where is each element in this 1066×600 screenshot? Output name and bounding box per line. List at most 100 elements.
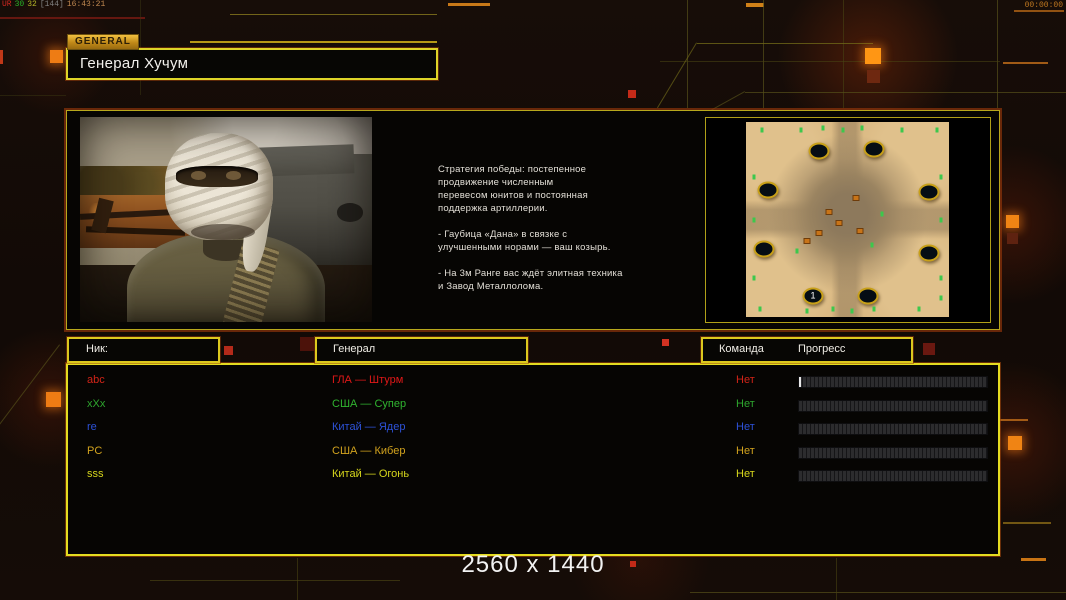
circuit-line-diagonal xyxy=(711,91,745,111)
dim-square xyxy=(1007,233,1018,244)
map-tree-marker xyxy=(760,127,764,133)
debug-part: UR xyxy=(2,0,12,9)
glow-square xyxy=(1006,215,1019,228)
map-supply-marker xyxy=(815,230,823,237)
map-tree-marker xyxy=(752,275,756,281)
map-supply-marker xyxy=(803,237,811,244)
player-nick: xXx xyxy=(87,397,106,410)
player-nick: PC xyxy=(87,444,103,457)
circuit-line xyxy=(1003,522,1051,524)
map-tree-marker xyxy=(939,275,943,281)
player-team: Нет xyxy=(736,397,755,410)
circuit-line xyxy=(0,50,3,64)
map-supply-marker xyxy=(835,220,843,227)
circuit-line xyxy=(230,14,437,15)
player-nick: re xyxy=(87,421,97,434)
dim-square xyxy=(300,337,314,351)
map-tree-marker xyxy=(939,295,943,300)
player-general: США — Супер xyxy=(332,397,407,410)
circuit-line xyxy=(1014,10,1064,12)
progress-bar xyxy=(798,399,988,412)
player-row: xXx США — Супер Нет xyxy=(68,393,998,417)
progress-bar xyxy=(798,423,988,436)
map-tree-marker xyxy=(935,127,939,133)
general-header-box: Генерал xyxy=(315,337,528,363)
loading-screen: UR 30 32 [144] 16:43:21 00:00:00 GENERAL Ген… xyxy=(0,0,1066,600)
map-preview-box: 1 xyxy=(705,117,991,323)
circuit-line xyxy=(448,3,490,6)
map-start-spot xyxy=(918,183,940,201)
player-team: Нет xyxy=(736,468,755,481)
map-start-spot xyxy=(863,140,885,158)
general-info-panel: Стратегия победы: постепенное продвижени… xyxy=(66,110,1000,330)
map-tree-marker xyxy=(900,127,904,133)
player-nick: abc xyxy=(87,374,105,386)
player-team: Нет xyxy=(736,444,755,457)
nick-header-box: Ник: xyxy=(67,337,220,363)
map-tree-marker xyxy=(752,174,756,180)
player-general: ГЛА — Штурм xyxy=(332,374,404,386)
game-clock: 00:00:00 xyxy=(1024,1,1063,10)
circuit-line-diagonal xyxy=(0,344,60,429)
map-tree-marker xyxy=(939,217,943,222)
circuit-line xyxy=(1003,62,1048,64)
glow-square xyxy=(1008,436,1022,450)
map-tree-marker xyxy=(860,125,864,131)
map-tree-marker xyxy=(870,242,874,248)
map-preview: 1 xyxy=(746,122,949,317)
general-title: Генерал Хучум xyxy=(80,55,189,72)
player-row: sss Китай — Огонь Нет xyxy=(68,463,998,487)
map-start-spot xyxy=(808,142,830,160)
general-portrait xyxy=(80,117,372,322)
map-tree-marker xyxy=(799,127,803,133)
circuit-line xyxy=(697,43,873,44)
map-supply-marker xyxy=(852,195,860,202)
progress-bar xyxy=(798,376,988,388)
debug-overlay: UR 30 32 [144] 16:43:21 xyxy=(2,1,108,9)
map-start-spot xyxy=(757,181,779,199)
player-nick: sss xyxy=(87,468,104,481)
debug-part: 30 xyxy=(14,0,25,9)
team-header-label: Команда xyxy=(719,343,764,355)
map-tree-marker xyxy=(841,127,845,133)
glow-square xyxy=(865,48,881,64)
dim-square xyxy=(628,90,636,98)
map-start-spot xyxy=(857,287,879,305)
nick-header-label: Ник: xyxy=(86,343,108,355)
general-title-box: Генерал Хучум xyxy=(66,48,438,80)
map-tree-marker xyxy=(795,248,799,254)
map-tree-marker xyxy=(850,308,854,314)
resolution-label: 2560 x 1440 xyxy=(461,551,605,578)
map-tree-marker xyxy=(917,306,921,312)
debug-part: [144] xyxy=(39,0,64,9)
players-panel: abc ГЛА — Штурм Нет xXx США — Супер Нет re Кита… xyxy=(66,363,1000,556)
player-row: abc ГЛА — Штурм Нет xyxy=(68,369,998,393)
strategy-text: Стратегия победы: постепенное продвижени… xyxy=(438,164,623,292)
player-general: Китай — Огонь xyxy=(332,468,410,481)
glow-square xyxy=(46,392,61,407)
circuit-line xyxy=(690,592,1066,593)
dim-square xyxy=(923,343,935,355)
map-start-label: 1 xyxy=(810,290,816,301)
general-header-label: Генерал xyxy=(333,343,376,355)
map-supply-marker xyxy=(856,228,864,235)
map-tree-marker xyxy=(939,174,943,180)
map-start-spot xyxy=(753,240,775,258)
dim-square xyxy=(867,70,880,83)
general-tab-badge: GENERAL xyxy=(67,34,139,50)
player-general: США — Кибер xyxy=(332,444,406,457)
player-team: Нет xyxy=(736,374,755,386)
progress-header-label: Прогресс xyxy=(798,343,846,355)
circuit-line xyxy=(0,95,66,96)
circuit-line-diagonal xyxy=(656,42,697,109)
map-tree-marker xyxy=(821,125,825,131)
circuit-line xyxy=(660,61,1000,62)
player-team: Нет xyxy=(736,421,755,434)
player-rows: abc ГЛА — Штурм Нет xXx США — Супер Нет re Кита… xyxy=(68,365,998,487)
player-row: PC США — Кибер Нет xyxy=(68,440,998,464)
progress-bar xyxy=(798,470,988,483)
map-tree-marker xyxy=(805,308,809,314)
glow-square xyxy=(50,50,63,63)
map-tree-marker xyxy=(872,306,876,312)
circuit-line xyxy=(746,3,764,7)
